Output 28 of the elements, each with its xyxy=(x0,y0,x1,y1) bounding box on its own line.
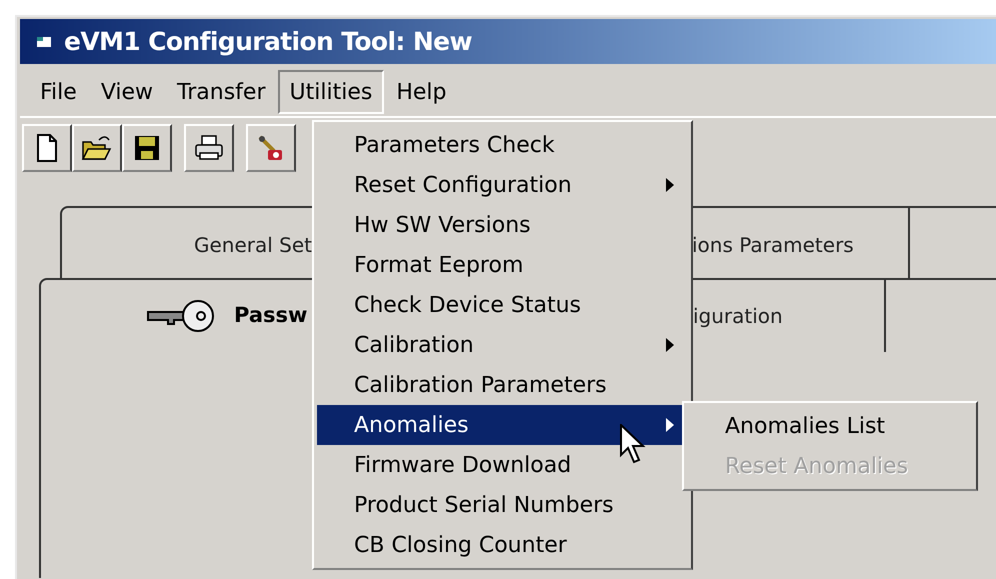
menu-item[interactable]: Calibration xyxy=(317,325,688,365)
menu-item[interactable]: Parameters Check xyxy=(317,125,688,165)
menu-item[interactable]: Calibration Parameters xyxy=(317,365,688,405)
menu-item[interactable]: Anomalies List xyxy=(687,406,973,446)
toolbar-button[interactable] xyxy=(184,124,234,172)
printer-icon xyxy=(193,134,225,162)
menu-item[interactable]: Format Eeprom xyxy=(317,245,688,285)
menu-bar-item[interactable]: File xyxy=(28,70,89,114)
app-icon xyxy=(36,34,52,48)
menu-item[interactable]: Hw SW Versions xyxy=(317,205,688,245)
toolbar-button[interactable] xyxy=(22,124,72,172)
new-file-icon xyxy=(36,133,58,163)
toolbar-button[interactable] xyxy=(246,124,296,172)
menu-item[interactable]: Reset Configuration xyxy=(317,165,688,205)
folder-icon xyxy=(81,134,113,162)
mouse-cursor-icon xyxy=(620,424,646,464)
window-title: eVM1 Configuration Tool: New xyxy=(64,26,472,58)
menu-item[interactable]: Check Device Status xyxy=(317,285,688,325)
password-label: Passw xyxy=(234,302,308,329)
menu-bar-item[interactable]: Transfer xyxy=(165,70,278,114)
menu-bar-item[interactable]: Help xyxy=(384,70,458,114)
menu-item[interactable]: Product Serial Numbers xyxy=(317,485,688,525)
menu-bar-item[interactable]: View xyxy=(88,70,166,114)
menu-item[interactable]: CB Closing Counter xyxy=(317,525,688,565)
key-icon xyxy=(144,298,216,334)
toolbar-button[interactable] xyxy=(122,124,172,172)
menu-bar-item[interactable]: Utilities xyxy=(278,70,384,114)
toolbar-button[interactable] xyxy=(72,124,122,172)
